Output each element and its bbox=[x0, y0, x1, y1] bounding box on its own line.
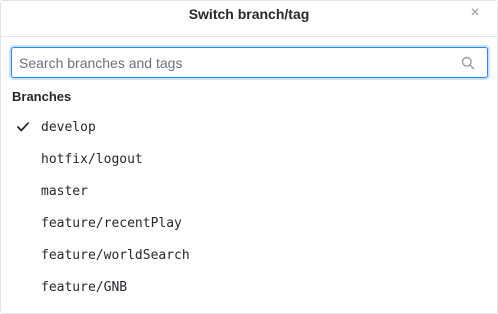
branch-item-feature-gnb[interactable]: feature/GNB bbox=[1, 271, 497, 303]
branches-section-label: Branches bbox=[12, 89, 72, 104]
branch-item-label: master bbox=[41, 184, 88, 199]
branch-item-label: hotfix/logout bbox=[41, 152, 143, 167]
branch-item-master[interactable]: master bbox=[1, 175, 497, 207]
checkmark-icon bbox=[17, 122, 29, 132]
branch-item-label: feature/worldSearch bbox=[41, 248, 190, 263]
switch-branch-dialog: Switch branch/tag × Branches develop hot… bbox=[0, 0, 498, 314]
search-input[interactable] bbox=[12, 48, 487, 77]
dialog-title: Switch branch/tag bbox=[188, 6, 310, 22]
search-field[interactable] bbox=[11, 47, 488, 78]
branch-item-label: feature/GNB bbox=[41, 280, 128, 295]
branch-list: develop hotfix/logout master feature/rec… bbox=[1, 111, 497, 303]
search-icon bbox=[461, 56, 475, 70]
branch-item-feature-recentplay[interactable]: feature/recentPlay bbox=[1, 207, 497, 239]
dialog-header: Switch branch/tag × bbox=[1, 1, 497, 37]
branch-item-label: develop bbox=[41, 120, 96, 135]
branch-item-develop[interactable]: develop bbox=[1, 111, 497, 143]
branch-item-feature-worldsearch[interactable]: feature/worldSearch bbox=[1, 239, 497, 271]
branch-item-hotfix-logout[interactable]: hotfix/logout bbox=[1, 143, 497, 175]
close-icon[interactable]: × bbox=[467, 5, 483, 21]
branch-item-label: feature/recentPlay bbox=[41, 216, 182, 231]
